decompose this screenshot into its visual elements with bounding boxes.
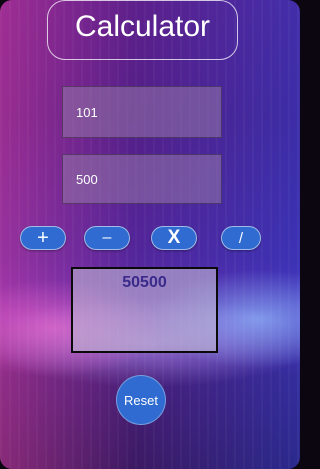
- second-number-input[interactable]: [62, 154, 222, 204]
- calculator-app: Calculator + – X / 50500 Reset: [0, 0, 300, 469]
- add-button[interactable]: +: [20, 226, 66, 250]
- divide-button[interactable]: /: [221, 226, 261, 250]
- operator-buttons: + – X /: [0, 226, 300, 252]
- reset-button[interactable]: Reset: [116, 375, 166, 425]
- page-title: Calculator: [74, 10, 211, 43]
- subtract-button[interactable]: –: [84, 226, 130, 250]
- first-number-input[interactable]: [62, 86, 222, 138]
- title-frame: Calculator: [47, 0, 238, 60]
- result-value: 50500: [122, 274, 167, 291]
- multiply-button[interactable]: X: [151, 226, 197, 250]
- result-display: 50500: [71, 267, 218, 353]
